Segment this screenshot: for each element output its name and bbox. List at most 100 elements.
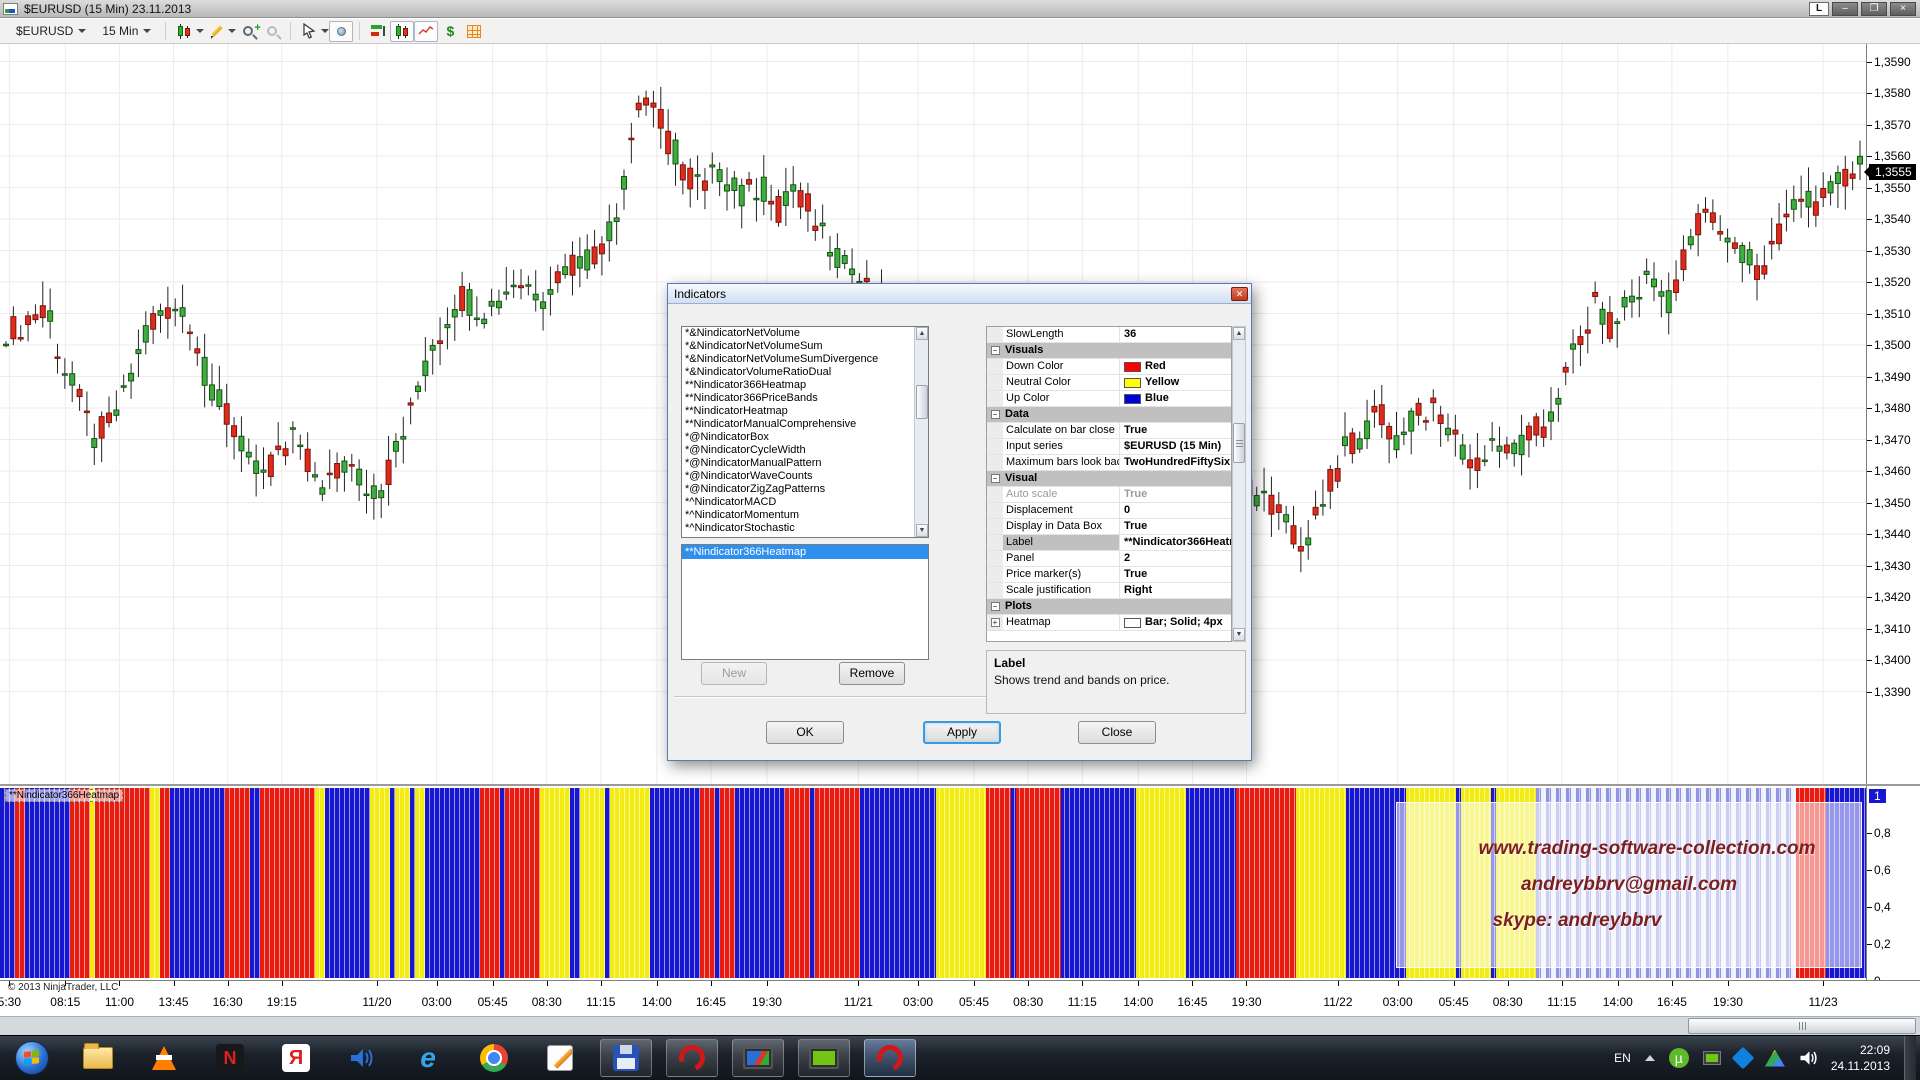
new-button[interactable]: New xyxy=(701,662,767,685)
indicator-list-item[interactable]: *&NindicatorNetVolume xyxy=(682,327,928,340)
taskbar-item-ninjatrader[interactable] xyxy=(666,1039,718,1077)
crosshair-button[interactable] xyxy=(329,21,353,42)
properties-grid[interactable]: SlowLength36−VisualsDown ColorRedNeutral… xyxy=(986,326,1232,642)
property-row[interactable]: Price marker(s)True xyxy=(987,567,1231,583)
apply-button[interactable]: Apply xyxy=(923,721,1001,744)
chart-horizontal-scrollbar[interactable] xyxy=(0,1016,1920,1035)
property-category-row[interactable]: −Plots xyxy=(987,599,1231,615)
property-value[interactable]: Bar; Solid; 4px xyxy=(1120,615,1231,630)
scroll-down-arrow[interactable]: ▼ xyxy=(916,524,928,537)
indicator-list-item[interactable]: *^NindicatorMomentum xyxy=(682,509,928,522)
indicator-list-item[interactable]: *^NindicatorMACD xyxy=(682,496,928,509)
instrument-dropdown[interactable]: $EURUSD xyxy=(8,21,94,41)
property-row[interactable]: Maximum bars look backTwoHundredFiftySix xyxy=(987,455,1231,471)
heatmap-axis[interactable]: 10,80,60,40,20 xyxy=(1866,786,1920,980)
indicator-list-item[interactable]: *@NindicatorBox xyxy=(682,431,928,444)
properties-scrollbar[interactable]: ▲ ▼ xyxy=(1232,326,1246,642)
property-value[interactable]: Yellow xyxy=(1120,375,1231,390)
indicator-list-item[interactable]: *@NindicatorCycleWidth xyxy=(682,444,928,457)
chevron-down-icon[interactable] xyxy=(321,29,329,33)
google-drive-tray-icon[interactable] xyxy=(1765,1050,1785,1067)
data-series-button[interactable] xyxy=(366,21,390,42)
taskbar-item-save-tool[interactable] xyxy=(600,1039,652,1077)
indicator-list-item[interactable]: *&NindicatorNetVolumeSum xyxy=(682,340,928,353)
collapse-icon[interactable]: − xyxy=(991,474,1000,483)
indicator-list-item[interactable]: **Nindicator366PriceBands xyxy=(682,392,928,405)
property-row[interactable]: Calculate on bar closeTrue xyxy=(987,423,1231,439)
collapse-icon[interactable]: − xyxy=(991,602,1000,611)
zoom-in-button[interactable]: + xyxy=(236,21,260,42)
ok-button[interactable]: OK xyxy=(766,721,844,744)
volume-tray-icon[interactable] xyxy=(1799,1049,1817,1067)
property-row[interactable]: Displacement0 xyxy=(987,503,1231,519)
property-row[interactable]: Auto scaleTrue xyxy=(987,487,1231,503)
show-desktop-button[interactable] xyxy=(1904,1036,1916,1080)
taskbar-item-vlc[interactable] xyxy=(138,1039,190,1077)
grid-settings-button[interactable] xyxy=(462,21,486,42)
property-row[interactable]: Panel2 xyxy=(987,551,1231,567)
taskbar-item-ninjatrader-active[interactable] xyxy=(864,1039,916,1077)
dialog-close-button[interactable]: ✕ xyxy=(1231,287,1248,301)
property-row[interactable]: Input series$EURUSD (15 Min) xyxy=(987,439,1231,455)
indicator-list-item[interactable]: *@NindicatorZigZagPatterns xyxy=(682,483,928,496)
property-value[interactable]: True xyxy=(1120,567,1231,582)
dropbox-tray-icon[interactable] xyxy=(1732,1047,1755,1070)
indicator-list-item[interactable]: *&NindicatorNetVolumeSumDivergence xyxy=(682,353,928,366)
maximize-button[interactable]: ❐ xyxy=(1861,2,1887,16)
expand-icon[interactable]: + xyxy=(991,618,1000,627)
taskbar-clock[interactable]: 22:09 24.11.2013 xyxy=(1831,1042,1890,1074)
language-indicator[interactable]: EN xyxy=(1614,1051,1631,1065)
taskbar-item-multichart-monitor[interactable] xyxy=(732,1039,784,1077)
property-value[interactable]: $EURUSD (15 Min) xyxy=(1120,439,1231,454)
property-value[interactable]: **Nindicator366Heatmap xyxy=(1120,535,1231,550)
indicator-list-item[interactable]: **NindicatorHeatmap xyxy=(682,405,928,418)
dialog-titlebar[interactable]: Indicators ✕ xyxy=(668,284,1251,304)
collapse-icon[interactable]: − xyxy=(991,410,1000,419)
scrollbar-thumb[interactable] xyxy=(1233,423,1245,463)
property-value[interactable]: 36 xyxy=(1120,327,1231,342)
network-tray-icon[interactable] xyxy=(1703,1051,1721,1065)
scroll-up-arrow[interactable]: ▲ xyxy=(1233,327,1245,340)
taskbar-item-yandex[interactable]: Я xyxy=(270,1039,322,1077)
close-button[interactable]: Close xyxy=(1078,721,1156,744)
property-value[interactable]: 2 xyxy=(1120,551,1231,566)
scroll-down-arrow[interactable]: ▼ xyxy=(1233,628,1245,641)
link-button[interactable]: L xyxy=(1809,2,1829,16)
taskbar-item-editor[interactable] xyxy=(534,1039,586,1077)
hidden-icons-button[interactable] xyxy=(1645,1055,1655,1061)
taskbar-item-green-monitor[interactable] xyxy=(798,1039,850,1077)
close-button[interactable]: × xyxy=(1890,2,1916,16)
property-value[interactable]: Right xyxy=(1120,583,1231,598)
indicator-list-item[interactable]: *^NindicatorStochastic xyxy=(682,522,928,535)
selected-indicators-list[interactable]: **Nindicator366Heatmap xyxy=(681,544,929,660)
minimize-button[interactable]: – xyxy=(1832,2,1858,16)
indicator-list-item[interactable]: *&NindicatorVolumeRatioDual xyxy=(682,366,928,379)
property-row[interactable]: Neutral ColorYellow xyxy=(987,375,1231,391)
property-row[interactable]: Display in Data BoxTrue xyxy=(987,519,1231,535)
property-row[interactable]: Label**Nindicator366Heatmap xyxy=(987,535,1231,551)
utorrent-tray-icon[interactable]: µ xyxy=(1669,1048,1689,1068)
property-value[interactable]: True xyxy=(1120,519,1231,534)
taskbar-item-internet-explorer[interactable]: e xyxy=(402,1039,454,1077)
taskbar-item-explorer[interactable] xyxy=(72,1039,124,1077)
property-value[interactable]: Red xyxy=(1120,359,1231,374)
taskbar-item-ninjatrader-tools[interactable]: N xyxy=(204,1039,256,1077)
property-row[interactable]: +HeatmapBar; Solid; 4px xyxy=(987,615,1231,631)
property-value[interactable]: 0 xyxy=(1120,503,1231,518)
chevron-down-icon[interactable] xyxy=(196,29,204,33)
property-row[interactable]: SlowLength36 xyxy=(987,327,1231,343)
property-row[interactable]: Down ColorRed xyxy=(987,359,1231,375)
scrollbar-thumb[interactable] xyxy=(1688,1018,1916,1034)
property-value[interactable]: TwoHundredFiftySix xyxy=(1120,455,1231,470)
chart-style-button[interactable] xyxy=(172,21,196,42)
indicator-list-item[interactable]: **Nindicator366Heatmap xyxy=(682,379,928,392)
heatmap-panel-label[interactable]: **Nindicator366Heatmap xyxy=(5,789,123,802)
start-button[interactable] xyxy=(6,1039,58,1077)
property-value[interactable]: True xyxy=(1120,423,1231,438)
account-button[interactable]: $ xyxy=(438,21,462,42)
property-category-row[interactable]: −Visual xyxy=(987,471,1231,487)
remove-button[interactable]: Remove xyxy=(839,662,905,685)
collapse-icon[interactable]: − xyxy=(991,346,1000,355)
indicator-list-item[interactable]: *@NindicatorWaveCounts xyxy=(682,470,928,483)
property-row[interactable]: Up ColorBlue xyxy=(987,391,1231,407)
